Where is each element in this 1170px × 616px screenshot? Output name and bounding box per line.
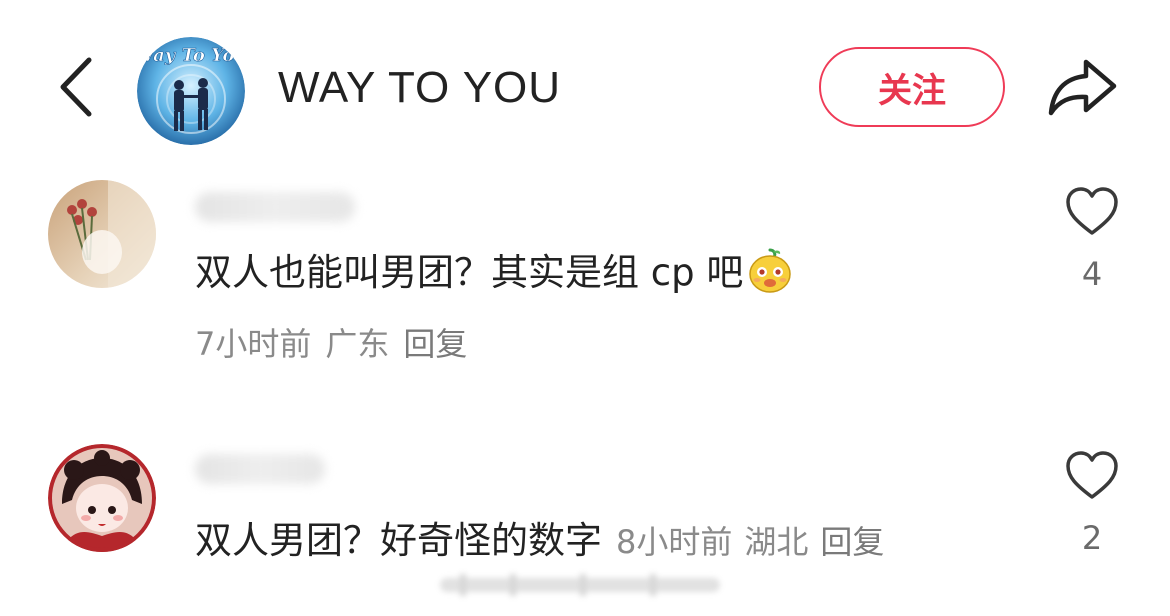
comment-time: 7小时前 [195, 325, 312, 363]
watermark [440, 570, 720, 600]
page-title: WAY TO YOU [278, 63, 562, 112]
commenter-avatar[interactable] [48, 444, 156, 552]
svg-text:Way To You: Way To You [137, 45, 245, 66]
commenter-name-blurred[interactable] [195, 192, 355, 222]
heart-icon [1066, 451, 1118, 499]
comment-text: 双人也能叫男团？其实是组 cp 吧 [195, 251, 744, 294]
comment-body: 双人男团？好奇怪的数字 8小时前 湖北 回复 [195, 516, 896, 567]
like-button[interactable] [1064, 450, 1120, 502]
reply-button[interactable]: 回复 [403, 322, 467, 366]
comment-location: 湖北 [744, 523, 809, 561]
comment-meta: 7小时前 广东 回复 [195, 322, 481, 366]
commenter-name-blurred[interactable] [195, 454, 325, 484]
share-button[interactable] [1046, 56, 1120, 118]
share-icon [1048, 59, 1117, 116]
heart-icon [1066, 187, 1118, 235]
like-count: 4 [1081, 255, 1103, 293]
like-count: 2 [1081, 519, 1103, 557]
comment-meta: 8小时前 湖北 回复 [616, 523, 896, 561]
comment-time: 8小时前 [616, 523, 733, 561]
back-arrow-icon [60, 57, 92, 117]
follow-button[interactable]: 关注 [819, 47, 1005, 127]
back-button[interactable] [50, 52, 100, 122]
reply-button[interactable]: 回复 [820, 523, 884, 561]
comment-body: 双人也能叫男团？其实是组 cp 吧 [195, 248, 793, 298]
comment-text: 双人男团？好奇怪的数字 [195, 519, 602, 562]
commenter-avatar[interactable] [48, 180, 156, 288]
page-avatar[interactable]: Way To You [137, 37, 245, 145]
like-button[interactable] [1064, 186, 1120, 238]
comment-location: 广东 [325, 325, 390, 363]
emoji-icon [747, 248, 793, 294]
